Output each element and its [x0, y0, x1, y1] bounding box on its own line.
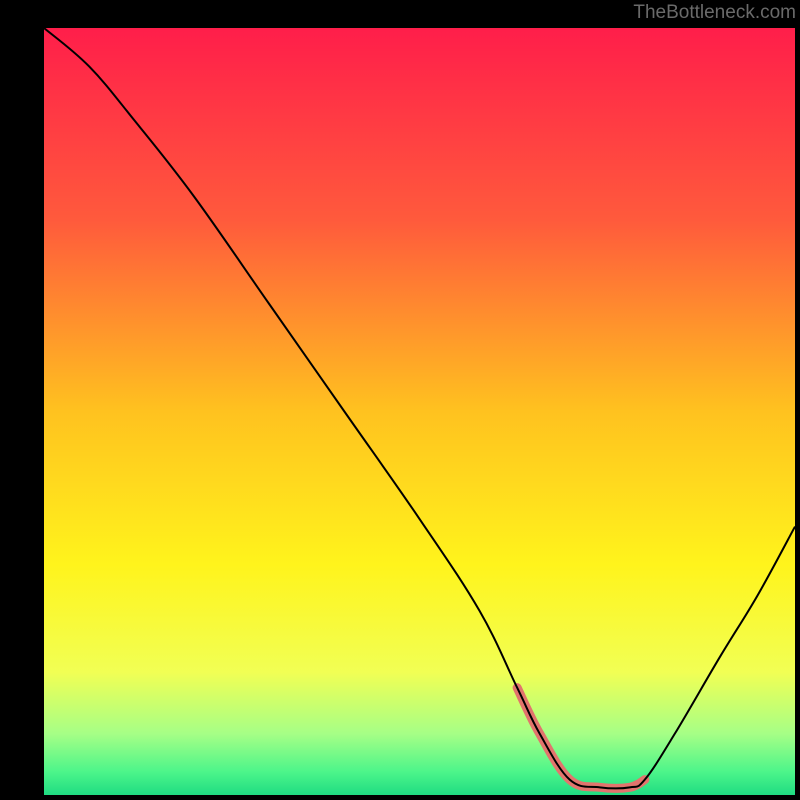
chart-container: { "watermark": "TheBottleneck.com", "cha…	[0, 0, 800, 800]
watermark-text: TheBottleneck.com	[633, 2, 796, 24]
plot-background	[44, 28, 795, 795]
bottleneck-chart	[0, 0, 800, 800]
